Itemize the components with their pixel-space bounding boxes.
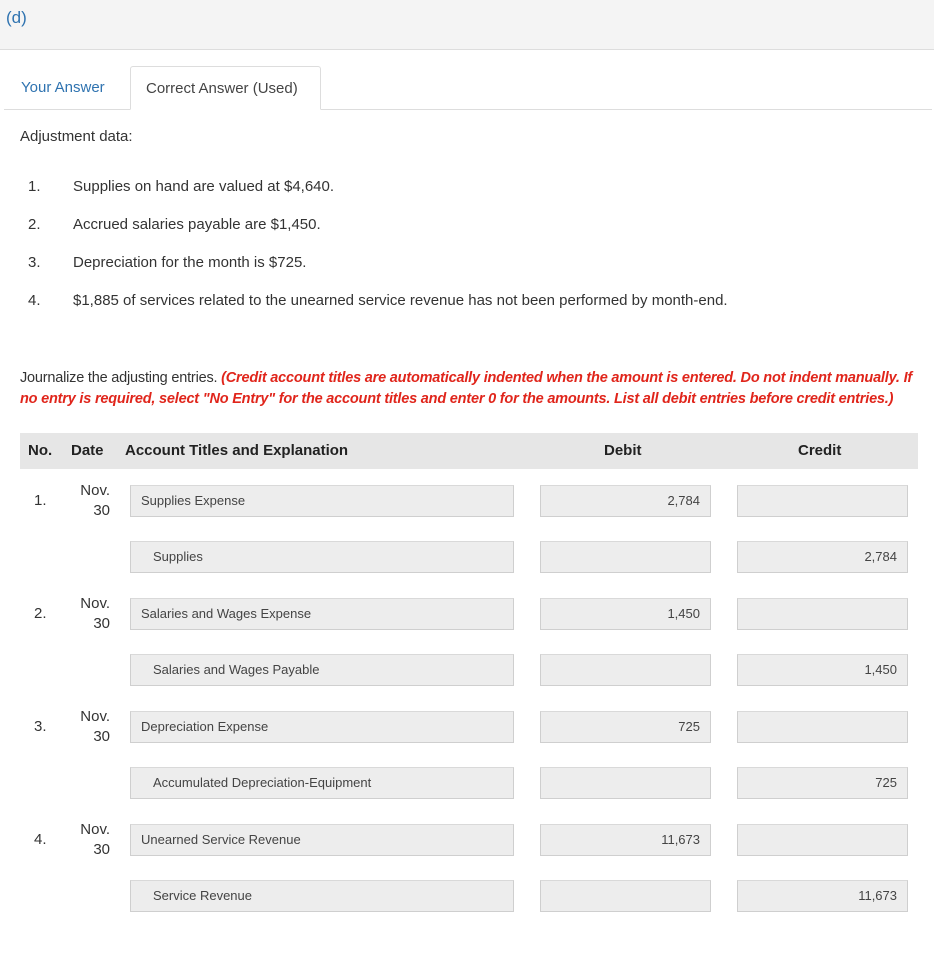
header-debit: Debit xyxy=(604,442,642,459)
debit-field[interactable] xyxy=(540,767,711,799)
adjustment-number: 4. xyxy=(28,292,41,309)
debit-field[interactable] xyxy=(540,541,711,573)
debit-field[interactable] xyxy=(540,880,711,912)
account-title-field[interactable]: Depreciation Expense xyxy=(130,711,514,743)
adjustment-text: Supplies on hand are valued at $4,640. xyxy=(73,178,335,195)
adjustment-text: Depreciation for the month is $725. xyxy=(73,254,307,271)
debit-field[interactable] xyxy=(540,654,711,686)
debit-field[interactable]: 725 xyxy=(540,711,711,743)
instructions: Journalize the adjusting entries. (Credi… xyxy=(20,368,925,410)
header-credit: Credit xyxy=(798,442,842,459)
tab-correct-answer[interactable]: Correct Answer (Used) xyxy=(130,66,321,110)
adjustment-text: Accrued salaries payable are $1,450. xyxy=(73,216,321,233)
entry-date-day: 30 xyxy=(93,841,110,858)
credit-field[interactable] xyxy=(737,711,908,743)
adjustment-item: 1. Supplies on hand are valued at $4,640… xyxy=(0,178,900,200)
account-title-field[interactable]: Salaries and Wages Expense xyxy=(130,598,514,630)
entry-date-month: Nov. xyxy=(80,821,110,838)
credit-field[interactable] xyxy=(737,485,908,517)
adjustment-number: 2. xyxy=(28,216,41,233)
entry-date-month: Nov. xyxy=(80,482,110,499)
credit-field[interactable]: 1,450 xyxy=(737,654,908,686)
entry-date: Nov. 30 xyxy=(72,820,110,860)
part-label: (d) xyxy=(6,8,27,27)
credit-field[interactable] xyxy=(737,598,908,630)
credit-field[interactable]: 11,673 xyxy=(737,880,908,912)
answer-tabs: Your Answer Correct Answer (Used) xyxy=(4,66,932,110)
entry-date-month: Nov. xyxy=(80,595,110,612)
entry-date-day: 30 xyxy=(93,615,110,632)
debit-field[interactable]: 1,450 xyxy=(540,598,711,630)
account-title-field[interactable]: Supplies Expense xyxy=(130,485,514,517)
account-title-field[interactable]: Salaries and Wages Payable xyxy=(130,654,514,686)
entry-number: 1. xyxy=(34,492,47,509)
credit-field[interactable]: 2,784 xyxy=(737,541,908,573)
adjustment-item: 2. Accrued salaries payable are $1,450. xyxy=(0,216,900,238)
adjustment-number: 1. xyxy=(28,178,41,195)
adjustment-item: 4. $1,885 of services related to the une… xyxy=(0,292,900,314)
account-title-field[interactable]: Service Revenue xyxy=(130,880,514,912)
entry-date: Nov. 30 xyxy=(72,481,110,521)
credit-field[interactable] xyxy=(737,824,908,856)
part-header: (d) xyxy=(0,0,934,50)
debit-field[interactable]: 2,784 xyxy=(540,485,711,517)
entry-date: Nov. 30 xyxy=(72,594,110,634)
entry-date-month: Nov. xyxy=(80,708,110,725)
tab-your-answer[interactable]: Your Answer xyxy=(6,66,120,110)
account-title-field[interactable]: Unearned Service Revenue xyxy=(130,824,514,856)
adjustment-number: 3. xyxy=(28,254,41,271)
entry-number: 4. xyxy=(34,831,47,848)
account-title-field[interactable]: Supplies xyxy=(130,541,514,573)
entry-number: 2. xyxy=(34,605,47,622)
adjustment-title: Adjustment data: xyxy=(20,128,133,145)
entry-date-day: 30 xyxy=(93,728,110,745)
entry-number: 3. xyxy=(34,718,47,735)
adjustment-text: $1,885 of services related to the unearn… xyxy=(73,292,728,309)
instructions-text: Journalize the adjusting entries. xyxy=(20,370,222,386)
journal-table-header: No. Date Account Titles and Explanation … xyxy=(20,433,918,469)
entry-date: Nov. 30 xyxy=(72,707,110,747)
header-account: Account Titles and Explanation xyxy=(125,442,349,459)
account-title-field[interactable]: Accumulated Depreciation-Equipment xyxy=(130,767,514,799)
adjustment-item: 3. Depreciation for the month is $725. xyxy=(0,254,900,276)
header-date: Date xyxy=(71,442,104,459)
header-no: No. xyxy=(28,442,53,459)
debit-field[interactable]: 11,673 xyxy=(540,824,711,856)
entry-date-day: 30 xyxy=(93,502,110,519)
credit-field[interactable]: 725 xyxy=(737,767,908,799)
